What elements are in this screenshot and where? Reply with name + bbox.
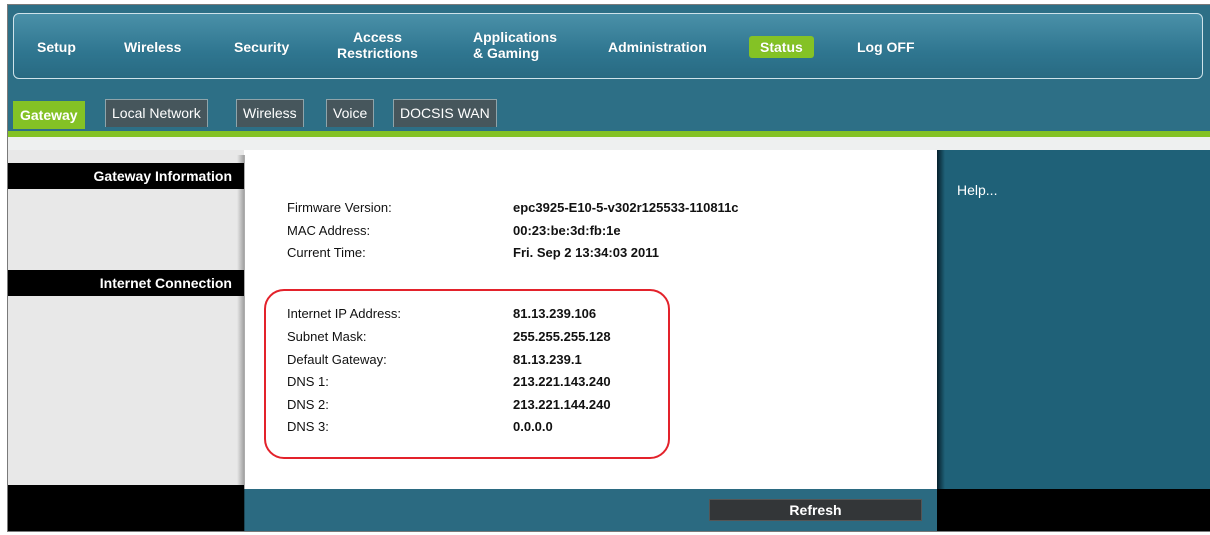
sub-tab-bar: Gateway Local Network Wireless Voice DOC…: [8, 99, 1210, 129]
tab-docsis-wan[interactable]: DOCSIS WAN: [393, 99, 497, 127]
dns-3-value: 0.0.0.0: [513, 419, 553, 434]
menu-security[interactable]: Security: [234, 39, 289, 55]
menu-applications-gaming-line1: Applications: [473, 29, 558, 45]
current-time-label: Current Time:: [287, 245, 366, 260]
dns-1-value: 213.221.143.240: [513, 374, 611, 389]
menu-setup[interactable]: Setup: [37, 39, 76, 55]
right-footer: [937, 489, 1210, 531]
tab-gateway[interactable]: Gateway: [13, 101, 85, 129]
menu-access-restrictions[interactable]: Access Restrictions: [337, 29, 418, 61]
subnet-mask-label: Subnet Mask:: [287, 329, 367, 344]
router-admin-frame: Setup Wireless Security Access Restricti…: [7, 4, 1210, 532]
menu-applications-gaming[interactable]: Applications & Gaming: [473, 29, 557, 61]
menu-status[interactable]: Status: [749, 36, 814, 58]
content-footer: Refresh: [244, 489, 937, 531]
menu-wireless[interactable]: Wireless: [124, 39, 181, 55]
menu-administration[interactable]: Administration: [608, 39, 707, 55]
internet-ip-address-value: 81.13.239.106: [513, 306, 597, 321]
current-time-value: Fri. Sep 2 13:34:03 2011: [513, 245, 659, 260]
refresh-button[interactable]: Refresh: [709, 499, 922, 521]
left-footer: [8, 485, 244, 531]
dns-2-label: DNS 2:: [287, 397, 329, 412]
help-panel: Help...: [937, 150, 1210, 489]
help-link[interactable]: Help...: [957, 182, 997, 198]
mac-address-value: 00:23:be:3d:fb:1e: [513, 223, 621, 238]
menu-applications-gaming-line2: & Gaming: [473, 45, 540, 61]
section-heading-gateway-information: Gateway Information: [8, 163, 244, 189]
tab-local-network[interactable]: Local Network: [105, 99, 208, 127]
panel-shadow: [237, 155, 245, 531]
menu-access-restrictions-line1: Access: [352, 29, 402, 45]
header-spacer: [8, 137, 1210, 150]
dns-1-label: DNS 1:: [287, 374, 329, 389]
subnet-mask-value: 255.255.255.128: [513, 329, 611, 344]
dns-2-value: 213.221.144.240: [513, 397, 611, 412]
help-panel-shadow: [937, 150, 945, 489]
default-gateway-value: 81.13.239.1: [513, 352, 582, 367]
section-heading-internet-connection: Internet Connection: [8, 270, 244, 296]
dns-3-label: DNS 3:: [287, 419, 329, 434]
tab-voice[interactable]: Voice: [326, 99, 375, 127]
menu-access-restrictions-line2: Restrictions: [337, 45, 418, 61]
default-gateway-label: Default Gateway:: [287, 352, 387, 367]
main-menu-bar: Setup Wireless Security Access Restricti…: [13, 13, 1203, 79]
internet-ip-address-label: Internet IP Address:: [287, 306, 401, 321]
status-content-panel: Firmware Version: epc3925-E10-5-v302r125…: [244, 150, 937, 489]
left-sidebar: Gateway Information Internet Connection: [8, 150, 244, 531]
firmware-version-value: epc3925-E10-5-v302r125533-110811c: [513, 200, 739, 215]
tab-wireless[interactable]: Wireless: [236, 99, 304, 127]
mac-address-label: MAC Address:: [287, 223, 371, 238]
firmware-version-label: Firmware Version:: [287, 200, 392, 215]
menu-log-off[interactable]: Log OFF: [857, 39, 915, 55]
